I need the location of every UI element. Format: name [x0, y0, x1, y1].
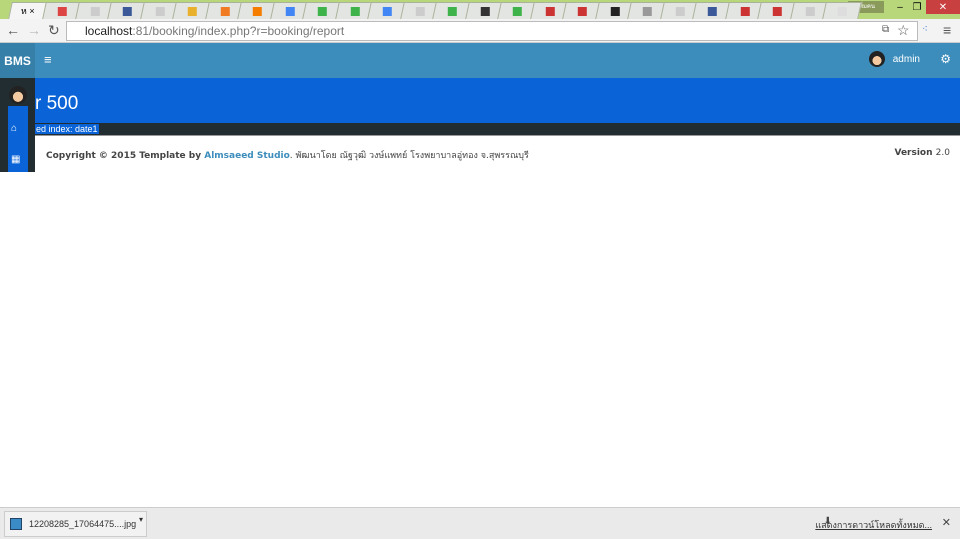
- show-all-downloads-link[interactable]: แสดงการดาวน์โหลดทั้งหมด...: [815, 518, 932, 532]
- user-avatar: [868, 51, 885, 67]
- app-icon: [544, 6, 554, 16]
- username: admin: [892, 53, 920, 65]
- page-banner: r 500: [0, 78, 960, 123]
- page-icon: [804, 6, 814, 16]
- r-icon: [609, 6, 619, 16]
- back-icon[interactable]: ←: [6, 22, 20, 38]
- tab-label: ห ×: [21, 6, 35, 16]
- forward-icon[interactable]: →: [27, 22, 41, 38]
- minimize-button[interactable]: –: [893, 0, 907, 14]
- bookmark-star-icon[interactable]: ☆: [897, 22, 910, 39]
- footer: Copyright © 2015 Template by Almsaeed St…: [46, 148, 950, 162]
- sidebar-toggle-icon[interactable]: ≡: [44, 52, 52, 67]
- reload-icon[interactable]: ↻: [48, 22, 60, 39]
- chrome-menu-icon[interactable]: ≡: [943, 22, 951, 38]
- close-shelf-icon[interactable]: ✕: [942, 516, 951, 529]
- gmail-icon: [57, 6, 67, 16]
- calendar-icon[interactable]: ▦: [11, 154, 20, 165]
- download-menu-caret-icon[interactable]: ▾: [139, 515, 143, 524]
- image-icon: [187, 6, 197, 16]
- download-filename: 12208285_17064475....jpg: [29, 519, 137, 529]
- image-file-icon: [10, 518, 22, 530]
- version-number: 2.0: [935, 148, 950, 158]
- close-window-button[interactable]: ✕: [926, 0, 960, 14]
- restore-button[interactable]: ❐: [910, 0, 924, 14]
- google-icon: [284, 6, 294, 16]
- page-icon: [414, 6, 424, 16]
- extension-icon[interactable]: ⁖: [922, 24, 928, 35]
- tab-blank[interactable]: [822, 2, 862, 19]
- url-path: :81/booking/index.php?r=booking/report: [132, 24, 345, 38]
- app-logo[interactable]: BMS: [0, 43, 35, 78]
- home-icon[interactable]: ⌂: [11, 123, 17, 134]
- facebook-icon: [707, 6, 717, 16]
- copyright-text: Copyright © 2015 Template by: [46, 151, 205, 161]
- translate-icon[interactable]: ⧉: [882, 24, 889, 35]
- page-icon: [674, 6, 684, 16]
- app-icon: [772, 6, 782, 16]
- blogger-icon: [252, 6, 262, 16]
- settings-gears-icon[interactable]: ⚙: [940, 52, 951, 66]
- user-menu[interactable]: admin: [868, 51, 920, 67]
- version-label: Version: [894, 148, 933, 158]
- sheet-icon: [349, 6, 359, 16]
- address-bar[interactable]: localhost:81/booking/index.php?r=booking…: [66, 21, 918, 41]
- page-title: r 500: [35, 93, 79, 114]
- error-message: ed index: date1: [35, 124, 99, 134]
- developer-credit: . พัฒนาโดย ณัฐวุฒิ วงษ์แพทย์ โรงพยาบาลอู…: [289, 151, 529, 161]
- dot-icon: [642, 6, 652, 16]
- error-bar: ed index: date1: [0, 123, 960, 136]
- version-info: Version 2.0: [894, 148, 950, 158]
- app-header: BMS ≡ admin ⚙: [0, 43, 960, 78]
- xampp-icon: [219, 6, 229, 16]
- sidebar-avatar: [9, 86, 27, 104]
- browser-tab-strip: ห × เพิ่มคน – ❐ ✕: [0, 0, 960, 19]
- play-icon: [479, 6, 489, 16]
- download-shelf: 12208285_17064475....jpg ▾ ⬇ แสดงการดาวน…: [0, 507, 960, 539]
- blank-icon: [837, 6, 847, 16]
- sheet-icon: [512, 6, 522, 16]
- url-host: localhost: [85, 24, 133, 38]
- app-icon: [577, 6, 587, 16]
- google-icon: [382, 6, 392, 16]
- sidebar: ⌂ ▦: [0, 78, 35, 172]
- browser-toolbar: ← → ↻ localhost:81/booking/index.php?r=b…: [0, 19, 960, 43]
- page-icon: [154, 6, 164, 16]
- download-item[interactable]: 12208285_17064475....jpg ▾: [4, 511, 147, 537]
- page-icon: [89, 6, 99, 16]
- studio-link[interactable]: Almsaeed Studio: [204, 151, 290, 161]
- facebook-icon: [122, 6, 132, 16]
- app-icon: [739, 6, 749, 16]
- sheet-icon: [447, 6, 457, 16]
- sheet-icon: [317, 6, 327, 16]
